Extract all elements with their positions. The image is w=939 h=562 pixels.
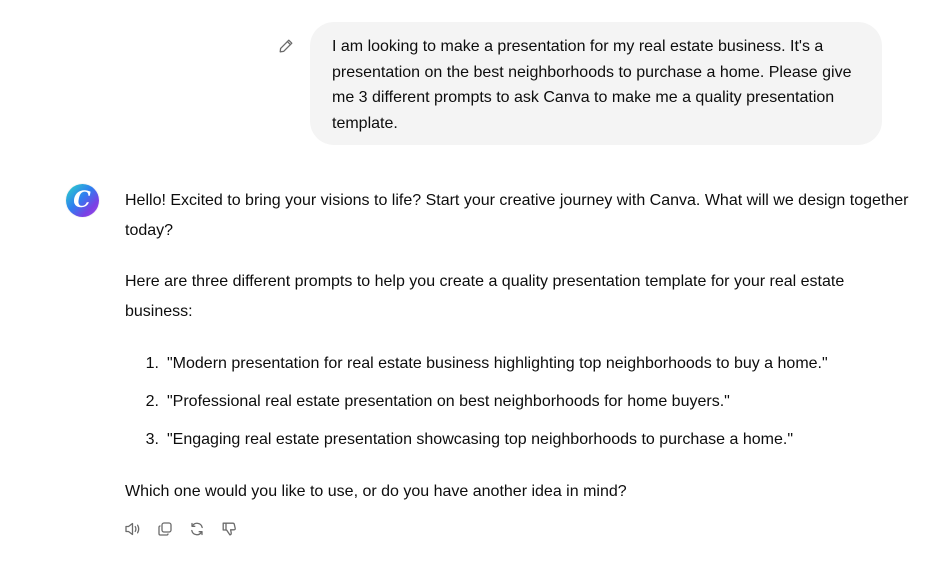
list-item-text: "Professional real estate presentation o…	[167, 393, 730, 410]
list-item: 1. "Modern presentation for real estate …	[125, 345, 915, 383]
assistant-closing: Which one would you like to use, or do y…	[125, 483, 627, 500]
regenerate-button[interactable]	[186, 518, 208, 540]
list-item-number: 1.	[145, 355, 159, 372]
user-message-row: I am looking to make a presentation for …	[270, 22, 882, 145]
copy-button[interactable]	[154, 518, 176, 540]
thumbs-down-icon	[221, 521, 237, 537]
assistant-message: Hello! Excited to bring your visions to …	[125, 186, 915, 507]
canva-avatar: C	[66, 184, 99, 217]
assistant-greeting: Hello! Excited to bring your visions to …	[125, 192, 909, 239]
read-aloud-button[interactable]	[122, 518, 144, 540]
copy-icon	[157, 521, 173, 537]
list-item-number: 2.	[145, 393, 159, 410]
assistant-intro: Here are three different prompts to help…	[125, 273, 845, 320]
canva-logo-letter: C	[73, 187, 91, 213]
list-item: 3. "Engaging real estate presentation sh…	[125, 421, 915, 459]
message-actions	[122, 518, 240, 540]
speaker-icon	[124, 521, 142, 537]
list-item-text: "Engaging real estate presentation showc…	[167, 431, 793, 448]
edit-message-button[interactable]	[276, 36, 296, 56]
list-item-text: "Modern presentation for real estate bus…	[167, 355, 828, 372]
thumbs-down-button[interactable]	[218, 518, 240, 540]
prompt-list: 1. "Modern presentation for real estate …	[125, 345, 915, 459]
list-item: 2. "Professional real estate presentatio…	[125, 383, 915, 421]
user-message-bubble: I am looking to make a presentation for …	[310, 22, 882, 145]
pencil-icon	[278, 38, 294, 54]
list-item-number: 3.	[145, 431, 159, 448]
regenerate-icon	[189, 521, 205, 537]
